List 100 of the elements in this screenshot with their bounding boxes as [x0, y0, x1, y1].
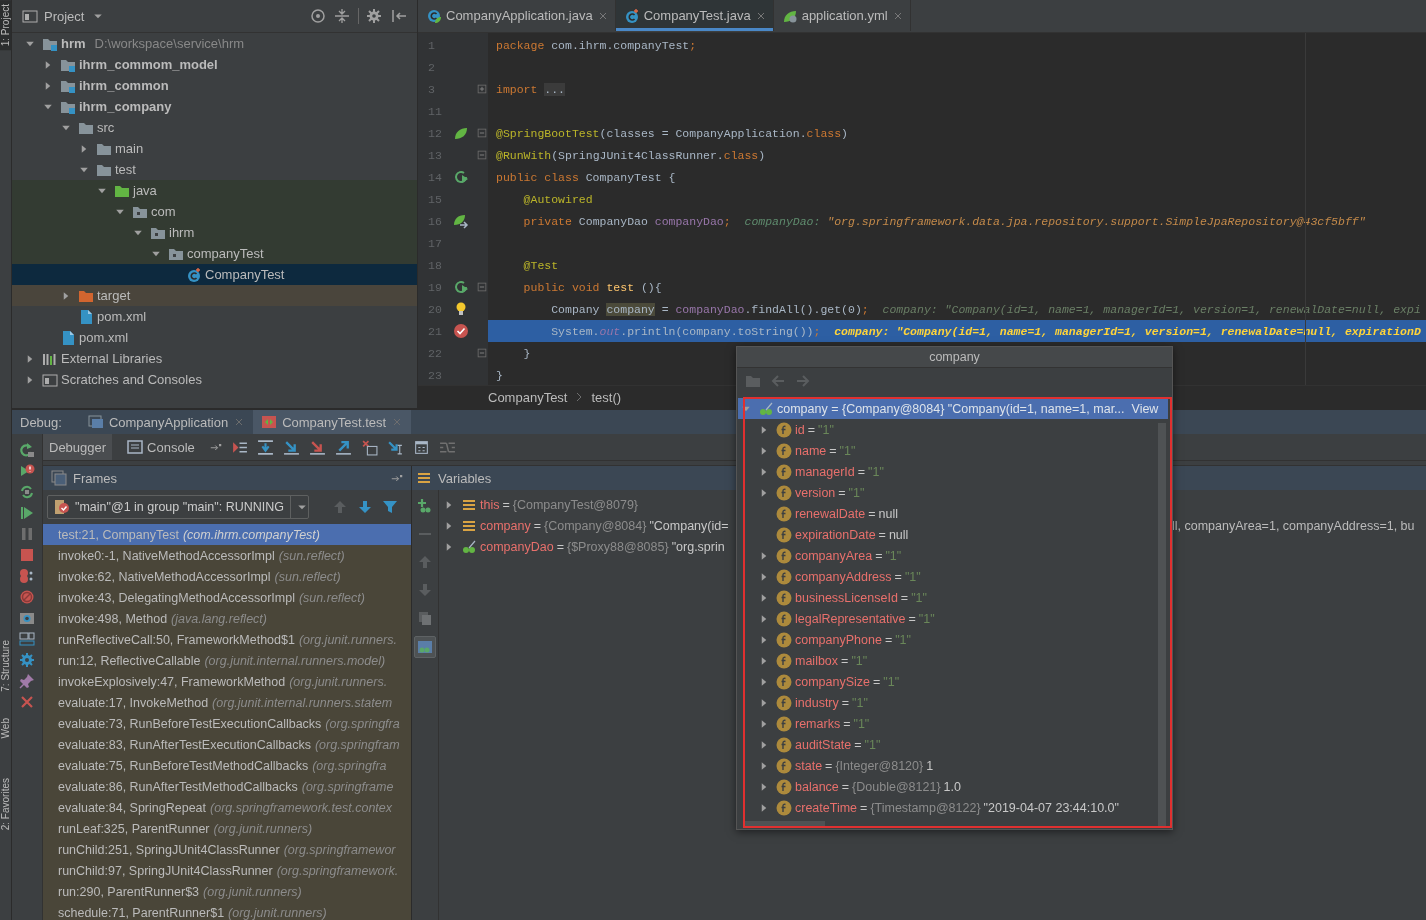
tree-item[interactable]: name = "1"	[738, 440, 1168, 461]
fold-marker-icon[interactable]	[476, 149, 488, 161]
locate-icon[interactable]	[310, 8, 326, 24]
tree-item[interactable]: target	[12, 285, 417, 306]
tree-item[interactable]: companyPhone = "1"	[738, 629, 1168, 650]
settings-icon[interactable]	[367, 8, 383, 24]
tree-item[interactable]: auditState = "1"	[738, 734, 1168, 755]
tree-item[interactable]: version = "1"	[738, 482, 1168, 503]
tree-item[interactable]: main	[12, 138, 417, 159]
debugger-tab[interactable]: Debugger	[43, 434, 113, 460]
fold-marker-icon[interactable]	[476, 127, 488, 139]
stack-frame[interactable]: schedule:71, ParentRunner$1 (org.junit.runners)	[43, 902, 411, 920]
stop-icon[interactable]	[19, 547, 35, 563]
stack-frame[interactable]: invoke:43, DelegatingMethodAccessorImpl (sun.reflect)	[43, 587, 411, 608]
tree-item[interactable]: java	[12, 180, 417, 201]
tool-window-tab[interactable]: 1: Project	[0, 0, 11, 51]
editor-tab[interactable]: application.yml	[773, 0, 911, 31]
tree-item[interactable]: managerId = "1"	[738, 461, 1168, 482]
variable-row[interactable]: companyDao = {$Proxy88@8085} "org.sprin	[439, 538, 735, 555]
tree-item[interactable]: test	[12, 159, 417, 180]
breadcrumb[interactable]: CompanyTest	[488, 389, 568, 405]
resume-icon[interactable]	[19, 505, 35, 521]
stack-frame[interactable]: invoke:498, Method (java.lang.reflect)	[43, 608, 411, 629]
scrollbar[interactable]	[745, 821, 825, 827]
tree-item[interactable]: expirationDate = null	[738, 524, 1168, 545]
camera-icon[interactable]	[19, 610, 35, 626]
update-icon[interactable]	[19, 484, 35, 500]
watches-toggle-icon[interactable]	[414, 636, 436, 658]
stack-frame[interactable]: runChild:251, SpringJUnit4ClassRunner (org.springframewor	[43, 839, 411, 860]
tree-item[interactable]: pom.xml	[12, 306, 417, 327]
drop-frame-icon[interactable]	[360, 438, 378, 456]
run-icon[interactable]	[453, 279, 469, 295]
fold-marker-icon[interactable]	[476, 347, 488, 359]
tree-item[interactable]: state = {Integer@8120} 1	[738, 755, 1168, 776]
evaluate-icon[interactable]	[412, 438, 430, 456]
session-tab[interactable]: CompanyApplication	[79, 410, 254, 434]
session-tab[interactable]: CompanyTest.test	[253, 410, 412, 434]
pause-icon[interactable]	[19, 526, 35, 542]
scrollbar[interactable]	[1158, 423, 1166, 827]
stack-frame[interactable]: evaluate:75, RunBeforeTestMethodCallbacks (org.springfra	[43, 755, 411, 776]
editor-tab[interactable]: CompanyTest.java	[615, 0, 774, 31]
close-icon[interactable]	[19, 694, 35, 710]
step-over-icon[interactable]	[256, 438, 274, 456]
breakpoint-icon[interactable]	[453, 323, 469, 339]
rerun-icon[interactable]	[19, 442, 35, 458]
stack-frame[interactable]: runChild:97, SpringJUnit4ClassRunner (org.springframework.	[43, 860, 411, 881]
tree-item[interactable]: pom.xml	[12, 327, 417, 348]
stack-frame[interactable]: evaluate:73, RunBeforeTestExecutionCallbacks (org.springfra	[43, 713, 411, 734]
down-arrow-icon[interactable]	[357, 499, 373, 515]
hide-panel-icon[interactable]	[391, 8, 407, 24]
tree-item[interactable]: hrm D:\workspace\service\hrm	[12, 33, 417, 54]
mute-breakpoints-icon[interactable]	[19, 589, 35, 605]
pin-arrow-icon[interactable]	[209, 441, 222, 453]
tree-item[interactable]: balance = {Double@8121} 1.0	[738, 776, 1168, 797]
stack-frame[interactable]: evaluate:86, RunAfterTestMethodCallbacks (org.springframe	[43, 776, 411, 797]
stack-frame[interactable]: invoke:62, NativeMethodAccessorImpl (sun.reflect)	[43, 566, 411, 587]
tree-item[interactable]: Scratches and Consoles	[12, 369, 417, 390]
tree-item[interactable]: companyAddress = "1"	[738, 566, 1168, 587]
variable-row[interactable]: this = {CompanyTest@8079}	[439, 496, 735, 513]
pin-icon[interactable]	[19, 673, 35, 689]
tree-item[interactable]: src	[12, 117, 417, 138]
tree-item[interactable]: companyTest	[12, 243, 417, 264]
collapse-all-icon[interactable]	[334, 8, 350, 24]
tree-item[interactable]: com	[12, 201, 417, 222]
filter-icon[interactable]	[382, 499, 398, 515]
stack-frame[interactable]: evaluate:17, InvokeMethod (org.junit.internal.runners.statem	[43, 692, 411, 713]
stack-frame[interactable]: invoke0:-1, NativeMethodAccessorImpl (sun.reflect)	[43, 545, 411, 566]
tool-window-tab[interactable]: 2: Favorites	[0, 778, 11, 831]
tree-item[interactable]: industry = "1"	[738, 692, 1168, 713]
tool-window-tab[interactable]: Web	[0, 717, 11, 739]
pin-arrow-icon[interactable]	[391, 472, 403, 484]
breadcrumb[interactable]: test()	[591, 389, 622, 405]
editor-tab[interactable]: CompanyApplication.java	[418, 0, 616, 31]
tree-item[interactable]: id = "1"	[738, 419, 1168, 440]
tree-item[interactable]: legalRepresentative = "1"	[738, 608, 1168, 629]
tree-item[interactable]: remarks = "1"	[738, 713, 1168, 734]
tree-item[interactable]: company = {Company@8084} "Company(id=1, name=1, mar... View	[738, 398, 1168, 419]
tree-item[interactable]: ihrm_commom_model	[12, 54, 417, 75]
run-icon[interactable]	[453, 169, 469, 185]
settings-icon[interactable]	[19, 652, 35, 668]
tree-item[interactable]: ihrm_company	[12, 96, 417, 117]
tree-item[interactable]: companySize = "1"	[738, 671, 1168, 692]
variable-row[interactable]: company = {Company@8084} "Company(id=	[439, 517, 735, 534]
stack-frame[interactable]: run:12, ReflectiveCallable (org.junit.internal.runners.model)	[43, 650, 411, 671]
tree-item[interactable]: ihrm	[12, 222, 417, 243]
stack-frame[interactable]: runReflectiveCall:50, FrameworkMethod$1 (org.junit.runners.	[43, 629, 411, 650]
tree-item[interactable]: CompanyTest	[12, 264, 417, 285]
step-out-icon[interactable]	[334, 438, 352, 456]
tool-window-tab[interactable]: 7: Structure	[0, 640, 11, 692]
tree-item[interactable]: createTime = {Timestamp@8122} "2019-04-07 23:44:10.0"	[738, 797, 1168, 818]
stack-frame[interactable]: evaluate:83, RunAfterTestExecutionCallbacks (org.springfram	[43, 734, 411, 755]
stack-frame[interactable]: test:21, CompanyTest (com.ihrm.companyTest)	[43, 524, 411, 545]
stack-frame[interactable]: run:290, ParentRunner$3 (org.junit.runners)	[43, 881, 411, 902]
breakpoints-icon[interactable]	[19, 568, 35, 584]
panel-title[interactable]: Project	[44, 8, 85, 24]
tree-item[interactable]: renewalDate = null	[738, 503, 1168, 524]
tree-item[interactable]: mailbox = "1"	[738, 650, 1168, 671]
tree-item[interactable]: ihrm_common	[12, 75, 417, 96]
fold-marker-icon[interactable]	[476, 83, 488, 95]
debugger-tab[interactable]: Console	[121, 434, 201, 460]
